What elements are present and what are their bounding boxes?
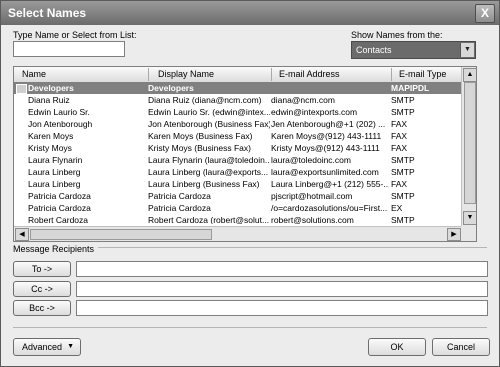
entry-display-name: Patricia Cardoza (148, 203, 211, 213)
scroll-down-icon[interactable]: ▼ (463, 211, 476, 225)
entry-email-address: /o=cardozasolutions/ou=First... (271, 203, 388, 213)
table-row[interactable]: Kristy Moys Kristy Moys (Business Fax) Kri… (14, 142, 461, 154)
entry-display-name: Developers (148, 83, 194, 93)
entry-email-address: robert@solutions.com (271, 215, 354, 224)
column-header-email-address[interactable]: E-mail Address (279, 69, 340, 79)
entry-email-address: laura@exportsunlimited.com (271, 167, 379, 177)
entry-display-name: Laura Flynarin (laura@toledoin... (148, 155, 270, 165)
entry-email-type: SMTP (391, 107, 415, 117)
table-row[interactable]: Patricia Cardoza Patricia Cardoza/o=cardo… (14, 202, 461, 214)
table-row[interactable]: Edwin Laurio Sr. Edwin Laurio Sr. (edwin@… (14, 106, 461, 118)
entry-display-name: Kristy Moys (Business Fax) (148, 143, 251, 153)
entry-email-type: EX (391, 203, 403, 213)
ok-button[interactable]: OK (368, 338, 426, 356)
entry-name: Kristy Moys (28, 143, 72, 153)
table-row[interactable]: Laura Flynarin Laura Flynarin (laura@tole… (14, 154, 461, 166)
advanced-label: Advanced (22, 342, 63, 352)
table-row[interactable]: Laura Linberg Laura Linberg (Business Fax… (14, 178, 461, 190)
scroll-up-icon[interactable]: ▲ (463, 68, 476, 82)
footer-separator (13, 327, 487, 328)
entry-email-address: laura@toledoinc.com (271, 155, 351, 165)
search-label: Type Name or Select from List: (13, 30, 137, 40)
address-book-label: Show Names from the: (351, 30, 443, 40)
close-button[interactable]: X (475, 4, 495, 23)
entry-email-type: MAPIPDL (391, 83, 430, 93)
cc-button[interactable]: Cc -> (13, 281, 71, 297)
entry-display-name: Diana Ruiz (diana@ncm.com) (148, 95, 262, 105)
distribution-list-icon (16, 84, 27, 94)
entry-email-address: Kristy Moys@(912) 443-1111 (271, 143, 380, 153)
table-row[interactable]: Developers Developers MAPIPDL (14, 82, 461, 94)
list-header: Name Display Name E-mail Address E-mail … (14, 67, 461, 83)
to-button[interactable]: To -> (13, 261, 71, 277)
recipients-label: Message Recipients (13, 244, 99, 254)
entry-name: Karen Moys (28, 131, 74, 141)
address-book-value: Contacts (356, 45, 392, 55)
chevron-down-icon: ▼ (67, 343, 74, 350)
table-row[interactable]: Karen Moys Karen Moys (Business Fax) Karen… (14, 130, 461, 142)
entry-email-type: SMTP (391, 191, 415, 201)
entry-email-type: SMTP (391, 167, 415, 177)
entry-display-name: Laura Linberg (Business Fax) (148, 179, 260, 189)
entry-email-address: edwin@intexports.com (271, 107, 358, 117)
scroll-left-icon[interactable]: ◀ (15, 228, 29, 241)
names-list[interactable]: Name Display Name E-mail Address E-mail … (13, 66, 477, 242)
entry-email-type: SMTP (391, 215, 415, 224)
entry-email-address: pjscript@hotmail.com (271, 191, 353, 201)
vertical-scrollbar[interactable]: ▲ ▼ (461, 67, 476, 226)
entry-name: Developers (28, 83, 74, 93)
chevron-down-icon[interactable]: ▼ (460, 43, 474, 57)
entry-display-name: Edwin Laurio Sr. (edwin@intex... (148, 107, 270, 117)
entry-display-name: Jon Atenborough (Business Fax) (148, 119, 270, 129)
column-header-email-type[interactable]: E-mail Type (399, 69, 446, 79)
entry-email-address: diana@ncm.com (271, 95, 335, 105)
table-row[interactable]: Laura Linberg Laura Linberg (laura@export… (14, 166, 461, 178)
entry-display-name: Laura Linberg (laura@exports... (148, 167, 269, 177)
entry-email-type: SMTP (391, 155, 415, 165)
title-bar: Select Names X (1, 1, 499, 25)
cc-field[interactable] (76, 281, 488, 297)
list-rows: Developers Developers MAPIPDL Diana Ruiz Dia… (14, 82, 461, 224)
table-row[interactable]: Patricia Cardoza Patricia Cardoza pjscript… (14, 190, 461, 202)
entry-email-type: FAX (391, 143, 408, 153)
entry-email-type: FAX (391, 131, 408, 141)
column-header-name[interactable]: Name (22, 69, 46, 79)
table-row[interactable]: Jon Atenborough Jon Atenborough (Business… (14, 118, 461, 130)
entry-name: Robert Cardoza (28, 215, 89, 224)
entry-name: Patricia Cardoza (28, 203, 91, 213)
to-field[interactable] (76, 261, 488, 277)
entry-email-address: Laura Linberg@+1 (212) 555-... (271, 179, 389, 189)
entry-display-name: Patricia Cardoza (148, 191, 211, 201)
entry-display-name: Robert Cardoza (robert@solut... (148, 215, 270, 224)
entry-email-type: FAX (391, 119, 408, 129)
scrollbar-corner (461, 226, 476, 241)
scroll-thumb[interactable] (464, 82, 476, 204)
select-names-dialog: Select Names X Type Name or Select from … (0, 0, 500, 367)
entry-email-address: Karen Moys@(912) 443-1111 (271, 131, 382, 141)
horizontal-scroll-thumb[interactable] (30, 229, 212, 240)
bcc-button[interactable]: Bcc -> (13, 300, 71, 316)
entry-name: Laura Linberg (28, 179, 81, 189)
advanced-button[interactable]: Advanced ▼ (13, 338, 81, 356)
search-input[interactable] (13, 41, 125, 57)
entry-email-address: Jen Atenborough@+1 (202) ... (271, 119, 386, 129)
table-row[interactable]: Diana Ruiz Diana Ruiz (diana@ncm.com) dian… (14, 94, 461, 106)
horizontal-scrollbar[interactable]: ◀ ▶ (14, 226, 461, 241)
cancel-button[interactable]: Cancel (432, 338, 490, 356)
bcc-field[interactable] (76, 300, 488, 316)
entry-display-name: Karen Moys (Business Fax) (148, 131, 253, 141)
column-header-display-name[interactable]: Display Name (158, 69, 214, 79)
scroll-right-icon[interactable]: ▶ (447, 228, 461, 241)
address-book-select[interactable]: Contacts ▼ (351, 41, 476, 59)
entry-email-type: SMTP (391, 95, 415, 105)
entry-name: Laura Linberg (28, 167, 81, 177)
entry-name: Jon Atenborough (28, 119, 93, 129)
entry-name: Patricia Cardoza (28, 191, 91, 201)
entry-email-type: FAX (391, 179, 408, 189)
dialog-title: Select Names (8, 6, 87, 20)
entry-name: Diana Ruiz (28, 95, 70, 105)
table-row[interactable]: Robert Cardoza Robert Cardoza (robert@sol… (14, 214, 461, 224)
entry-name: Laura Flynarin (28, 155, 83, 165)
entry-name: Edwin Laurio Sr. (28, 107, 90, 117)
